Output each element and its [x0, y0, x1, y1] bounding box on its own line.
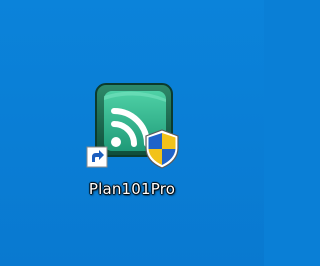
desktop[interactable]: Plan101Pro	[0, 0, 264, 266]
desktop-icon-label: Plan101Pro	[88, 180, 176, 198]
uac-shield-icon	[142, 128, 182, 170]
desktop-shortcut-plan101pro[interactable]: Plan101Pro	[70, 80, 194, 210]
shortcut-arrow-icon	[86, 146, 108, 168]
